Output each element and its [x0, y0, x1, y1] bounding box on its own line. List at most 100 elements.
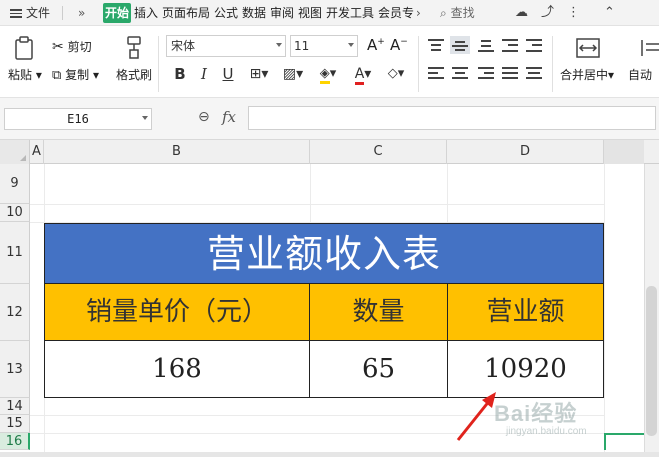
- italic-icon[interactable]: I: [196, 64, 212, 84]
- column-header-d[interactable]: D: [447, 140, 604, 164]
- baidu-watermark: Bai经验 jingyan.baidu.com: [494, 394, 644, 444]
- scrollbar-thumb[interactable]: [646, 286, 657, 436]
- search-box[interactable]: ⌕ 查找: [440, 0, 475, 26]
- font-size-select[interactable]: 11: [290, 35, 358, 57]
- more-options-icon[interactable]: ⋮: [566, 6, 581, 20]
- copy-button[interactable]: ⧉ 复制 ▾: [52, 66, 99, 83]
- watermark-logo: Bai经验: [494, 401, 578, 426]
- font-size-value: 11: [294, 39, 310, 53]
- column-header-c[interactable]: C: [310, 140, 447, 164]
- increase-font-icon[interactable]: A+: [367, 36, 385, 54]
- font-name-select[interactable]: 宋体: [166, 35, 286, 57]
- cell-quantity[interactable]: 65: [309, 341, 448, 398]
- format-painter-button[interactable]: 格式刷: [116, 66, 152, 83]
- header-unit-price[interactable]: 销量单价（元）: [44, 284, 310, 341]
- merge-center-icon[interactable]: [576, 38, 600, 58]
- row-header-11[interactable]: 11: [0, 222, 30, 284]
- fill-color-icon[interactable]: ◈▾: [314, 64, 342, 84]
- hamburger-icon: [10, 7, 22, 20]
- cell-unit-price[interactable]: 168: [44, 341, 310, 398]
- select-all-corner[interactable]: [0, 140, 30, 164]
- chevron-down-icon: [276, 43, 282, 47]
- tabs-scroll-right[interactable]: ›: [416, 0, 421, 26]
- search-label: 查找: [450, 6, 475, 20]
- cut-button[interactable]: ✂ 剪切: [52, 38, 92, 55]
- gridline: [447, 164, 448, 223]
- align-right-icon[interactable]: [478, 66, 494, 80]
- sheet-tab-bar: [0, 452, 659, 457]
- align-bottom-icon[interactable]: [478, 38, 494, 52]
- distributed-align-icon[interactable]: [526, 66, 542, 80]
- watermark-url: jingyan.baidu.com: [506, 426, 587, 437]
- ribbon-divider: [418, 36, 419, 92]
- formula-input[interactable]: [248, 106, 656, 130]
- row-header-9[interactable]: 9: [0, 164, 30, 204]
- scissors-icon: ✂: [52, 39, 64, 55]
- function-icon[interactable]: fx: [222, 108, 236, 126]
- paste-label: 粘贴: [8, 68, 33, 82]
- column-header-e[interactable]: [604, 140, 644, 164]
- merge-center-label: 合并居中: [560, 68, 609, 82]
- paste-icon[interactable]: [14, 36, 34, 60]
- cut-label: 剪切: [67, 40, 92, 54]
- align-center-icon[interactable]: [452, 66, 468, 80]
- table-title[interactable]: 营业额收入表: [44, 223, 604, 284]
- row-header-12[interactable]: 12: [0, 284, 30, 341]
- increase-indent-icon[interactable]: [526, 38, 542, 52]
- tab-insert[interactable]: 插入: [134, 0, 158, 26]
- menu-divider: [62, 6, 63, 20]
- tab-developer[interactable]: 开发工具: [326, 0, 374, 26]
- ribbon-divider: [552, 36, 553, 92]
- copy-label: 复制: [65, 68, 90, 82]
- tab-formulas[interactable]: 公式: [214, 0, 238, 26]
- tab-data[interactable]: 数据: [242, 0, 266, 26]
- gridline: [310, 164, 311, 223]
- align-left-icon[interactable]: [428, 66, 444, 80]
- align-top-icon[interactable]: [428, 38, 444, 52]
- tab-view[interactable]: 视图: [298, 0, 322, 26]
- justify-icon[interactable]: [502, 66, 518, 80]
- menu-bar: 文件 » 开始 插入 页面布局 公式 数据 审阅 视图 开发工具 会员专 › ⌕…: [0, 0, 659, 26]
- chevron-down-icon: [348, 43, 354, 47]
- cloud-sync-icon[interactable]: ☁: [514, 6, 529, 20]
- row-header-16[interactable]: 16: [0, 433, 30, 450]
- zoom-icon[interactable]: ⊖: [198, 109, 210, 125]
- font-name-value: 宋体: [171, 39, 196, 53]
- tab-home[interactable]: 开始: [103, 3, 132, 23]
- clear-format-icon[interactable]: ◇▾: [382, 64, 410, 84]
- wrap-text-icon[interactable]: [640, 38, 659, 58]
- paste-button[interactable]: 粘贴 ▾: [8, 66, 42, 83]
- tab-member[interactable]: 会员专: [378, 0, 414, 26]
- name-box[interactable]: E16: [4, 108, 152, 130]
- ribbon-toolbar: 粘贴 ▾ ✂ 剪切 ⧉ 复制 ▾ 格式刷 宋体 11 A+ A− B I U ⊞…: [0, 26, 659, 98]
- bold-icon[interactable]: B: [172, 64, 188, 84]
- row-header-14[interactable]: 14: [0, 398, 30, 415]
- column-header-b[interactable]: B: [44, 140, 310, 164]
- tab-page-layout[interactable]: 页面布局: [162, 0, 210, 26]
- merge-center-button[interactable]: 合并居中▾: [560, 66, 614, 83]
- header-revenue[interactable]: 营业额: [447, 284, 604, 341]
- file-menu[interactable]: 文件: [10, 0, 50, 26]
- collapse-ribbon-icon[interactable]: ⌃: [602, 6, 617, 20]
- search-icon: ⌕: [440, 6, 447, 20]
- decrease-indent-icon[interactable]: [502, 38, 518, 52]
- auto-wrap-button[interactable]: 自动: [628, 66, 652, 83]
- column-header-a[interactable]: A: [30, 140, 44, 164]
- annotation-arrow-icon: [456, 392, 496, 441]
- tab-review[interactable]: 审阅: [270, 0, 294, 26]
- header-quantity[interactable]: 数量: [309, 284, 448, 341]
- font-color-icon[interactable]: A▾: [350, 64, 376, 85]
- border-icon[interactable]: ⊞▾: [246, 64, 272, 84]
- underline-icon[interactable]: U: [220, 64, 236, 84]
- row-header-13[interactable]: 13: [0, 341, 30, 398]
- align-middle-icon[interactable]: [450, 36, 470, 54]
- row-header-15[interactable]: 15: [0, 415, 30, 433]
- format-painter-icon[interactable]: [124, 36, 144, 60]
- ribbon-divider: [158, 36, 159, 92]
- row-header-10[interactable]: 10: [0, 204, 30, 222]
- more-tabs-button[interactable]: »: [78, 0, 85, 26]
- fill-pattern-icon[interactable]: ▨▾: [280, 64, 306, 84]
- decrease-font-icon[interactable]: A−: [390, 36, 408, 54]
- share-icon[interactable]: ⤴: [540, 6, 555, 20]
- copy-icon: ⧉: [52, 68, 62, 83]
